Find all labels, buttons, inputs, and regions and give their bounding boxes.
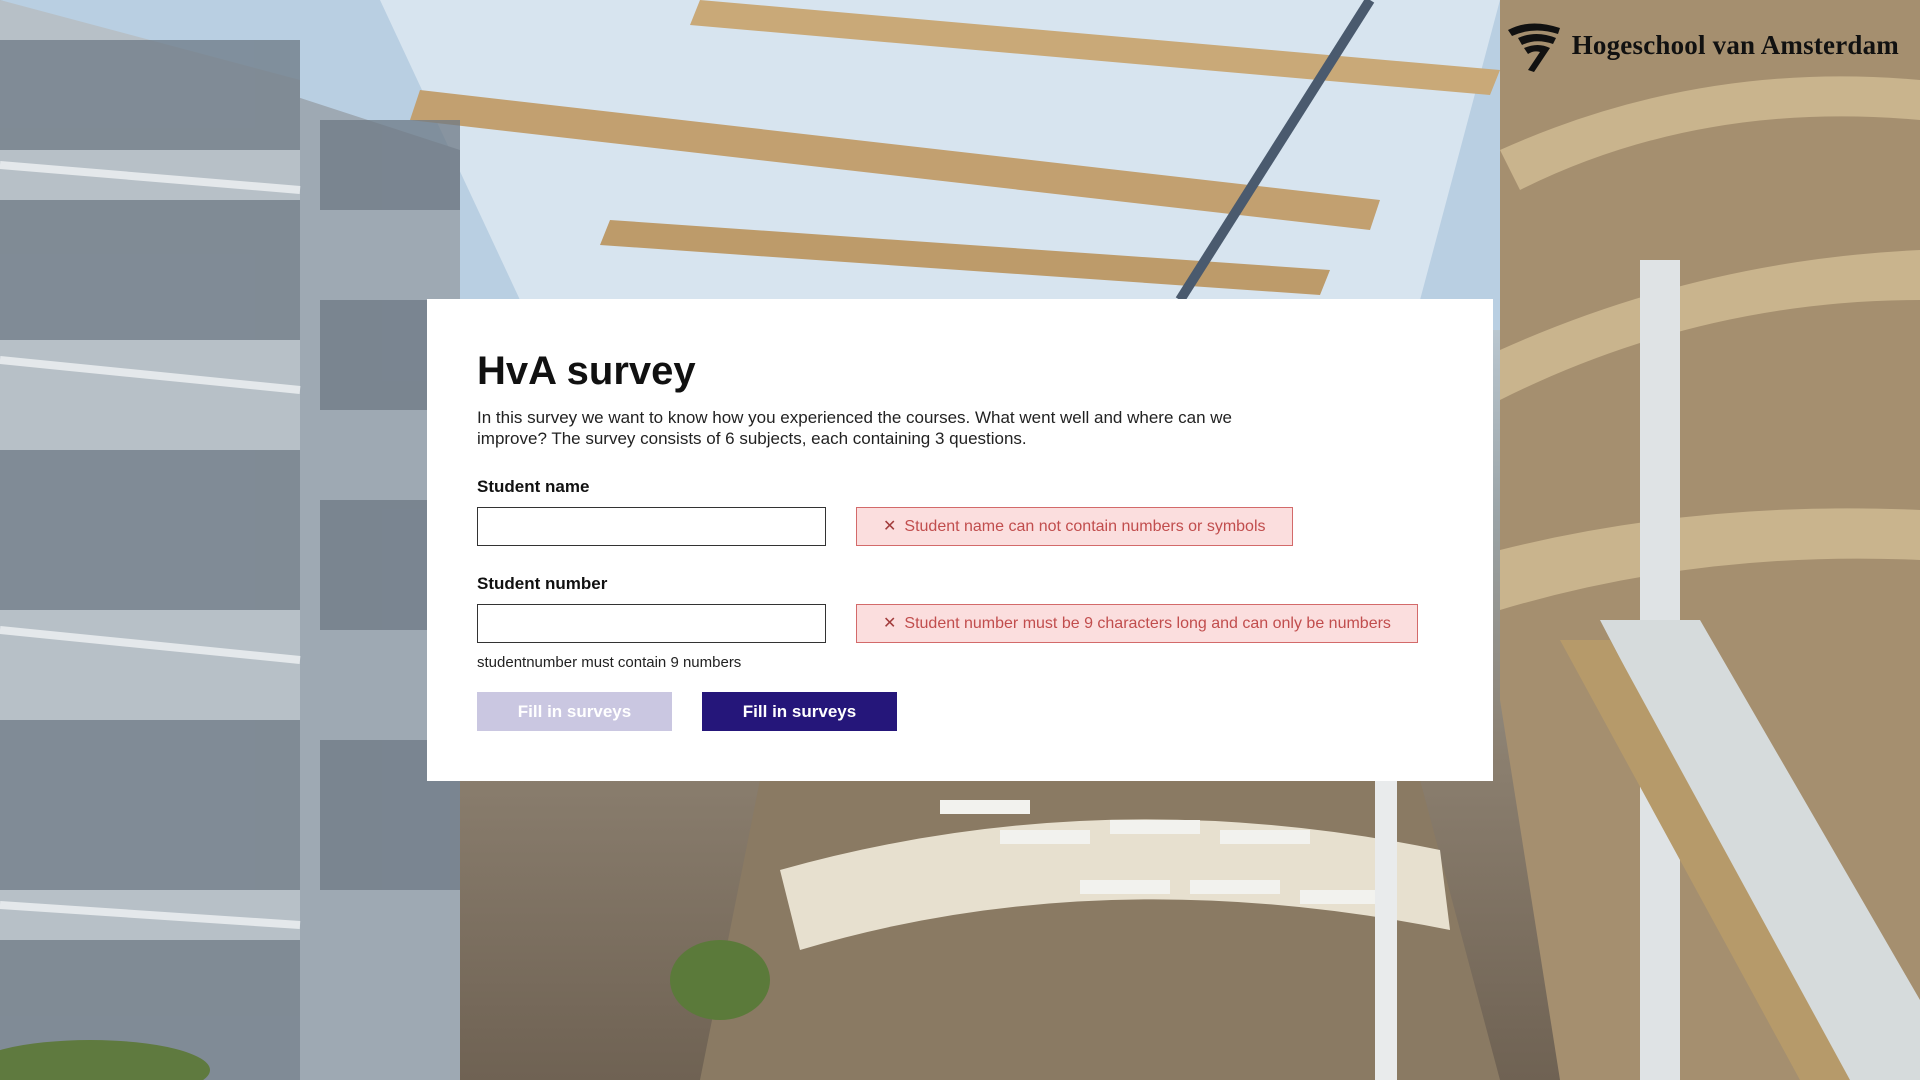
brand-name: Hogeschool van Amsterdam [1571, 29, 1899, 60]
student-name-label: Student name [477, 477, 590, 496]
button-group: Fill in surveys Fill in surveys [477, 692, 1443, 731]
student-number-error: ✕ Student number must be 9 characters lo… [856, 604, 1418, 643]
page-title: HvA survey [477, 349, 696, 393]
survey-intro-text: In this survey we want to know how you e… [477, 408, 1232, 448]
student-number-error-text: Student number must be 9 characters long… [904, 614, 1391, 632]
student-number-hint: studentnumber must contain 9 numbers [477, 654, 742, 671]
student-name-row: ✕ Student name can not contain numbers o… [477, 507, 1443, 546]
student-number-label: Student number [477, 574, 608, 593]
hva-swirl-logo-icon [1507, 23, 1560, 72]
student-name-error: ✕ Student name can not contain numbers o… [856, 507, 1293, 546]
brand-logo[interactable]: Hogeschool van Amsterdam [1504, 18, 1899, 72]
fill-in-surveys-button-disabled: Fill in surveys [477, 692, 672, 731]
student-name-input[interactable] [477, 507, 826, 546]
survey-card: HvA survey In this survey we want to kno… [427, 299, 1493, 781]
page-background: Hogeschool van Amsterdam HvA survey In t… [0, 0, 1920, 1080]
close-x-icon: ✕ [883, 614, 897, 632]
student-number-row: ✕ Student number must be 9 characters lo… [477, 604, 1443, 643]
student-name-error-text: Student name can not contain numbers or … [904, 517, 1266, 535]
student-number-input[interactable] [477, 604, 826, 643]
close-x-icon: ✕ [883, 517, 897, 535]
fill-in-surveys-button[interactable]: Fill in surveys [702, 692, 897, 731]
